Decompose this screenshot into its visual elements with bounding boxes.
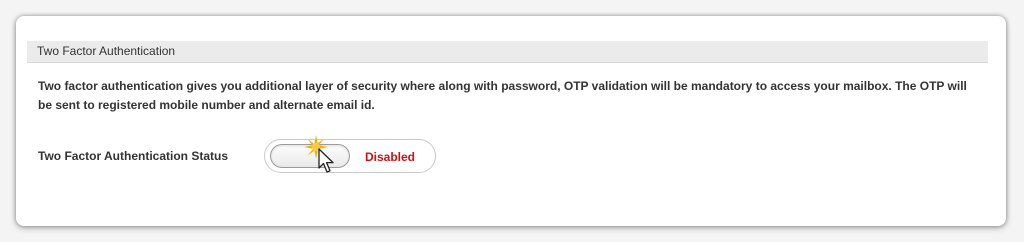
settings-card: Two Factor Authentication Two factor aut… bbox=[16, 16, 1006, 226]
section-title: Two Factor Authentication bbox=[37, 44, 176, 58]
toggle-status-text: Disabled bbox=[365, 150, 416, 164]
section-description: Two factor authentication gives you addi… bbox=[38, 79, 967, 112]
two-factor-toggle[interactable]: Disabled bbox=[264, 139, 436, 173]
arrow-cursor-icon bbox=[318, 148, 334, 173]
section-header: Two Factor Authentication bbox=[27, 41, 988, 63]
status-label: Two Factor Authentication Status bbox=[38, 149, 229, 163]
